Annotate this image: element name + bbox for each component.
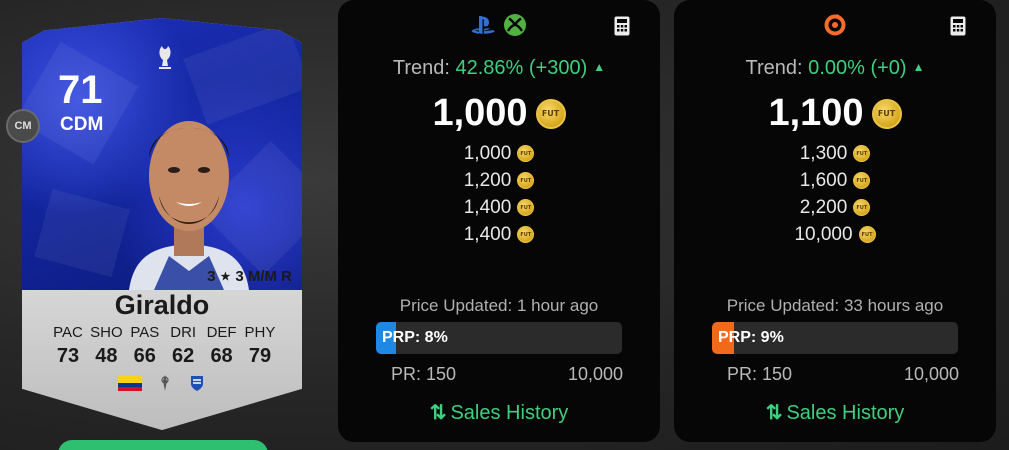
stat-label-pas: PAS (130, 324, 160, 341)
coin-icon (517, 172, 535, 189)
prp-progress-bar: PRP: 9% (712, 322, 958, 354)
price-value: 1,400 (463, 223, 512, 245)
list-item: 1,400 (338, 194, 660, 221)
xbox-icon (504, 14, 526, 36)
player-card-body: 71 CDM 3 ★ 3 M/M R Giraldo PAC SHO PAS D… (22, 18, 302, 430)
player-card[interactable]: 71 CDM 3 ★ 3 M/M R Giraldo PAC SHO PAS D… (22, 18, 302, 430)
lowest-bin-price: 1,000 (338, 92, 660, 135)
sales-history-label: Sales History (786, 402, 905, 424)
coin-icon (517, 145, 535, 162)
colombia-flag-icon (118, 375, 142, 391)
skill-moves-value: 3 (207, 268, 216, 285)
price-range-max: 10,000 (903, 364, 959, 384)
pc-price-panel: Trend: 0.00% (+0) ▲ 1,100 1,300 1,600 2,2… (674, 0, 996, 442)
coin-icon (853, 199, 871, 216)
stat-value-sho: 48 (95, 345, 118, 367)
coin-icon (853, 172, 871, 189)
player-portrait (129, 121, 249, 290)
playstation-icon (471, 15, 495, 35)
trend-label: Trend: (392, 57, 450, 79)
world-cup-logo-icon (159, 46, 171, 69)
player-name: Giraldo (114, 290, 210, 320)
list-item: 1,000 (338, 140, 660, 167)
list-item: 1,200 (338, 167, 660, 194)
price-value: 1,600 (799, 169, 848, 191)
price-range-max: 10,000 (567, 364, 623, 384)
prp-progress-bar: PRP: 8% (376, 322, 622, 354)
list-item: 1,400 (338, 221, 660, 248)
coin-icon (517, 226, 535, 243)
trend-up-icon: ▲ (912, 60, 925, 74)
price-value: 1,400 (463, 196, 512, 218)
trend-up-icon: ▲ (593, 60, 606, 74)
list-item: 2,200 (674, 194, 996, 221)
weakfoot-workrate-foot: 3 M/M R (235, 268, 292, 285)
stat-values: 73 48 66 62 68 79 (50, 345, 278, 368)
price-value: 10,000 (794, 223, 853, 245)
stat-value-dri: 62 (172, 345, 195, 367)
stat-value-def: 68 (210, 345, 233, 367)
price-range: PR: 150 10,000 (391, 364, 623, 385)
sort-arrows-icon: ⇅ (429, 402, 447, 424)
stat-value-pac: 73 (56, 345, 80, 367)
price-value: 1,200 (463, 169, 512, 191)
player-position: CDM (60, 114, 104, 135)
coin-icon (853, 145, 871, 162)
price-updated-text: Price Updated: 33 hours ago (726, 296, 944, 315)
action-button[interactable] (58, 440, 268, 450)
trend-value: 42.86% (+300) (455, 57, 588, 79)
stat-label-def: DEF (206, 324, 237, 341)
price-range-min: PR: 150 (391, 364, 457, 384)
stat-label-pac: PAC (53, 324, 83, 341)
league-logo-icon (161, 375, 169, 391)
coin-icon (517, 199, 535, 216)
lowest-bin-price: 1,100 (674, 92, 996, 135)
list-item: 10,000 (674, 221, 996, 248)
prp-label: PRP: 8% (382, 329, 448, 346)
player-rating: 71 (58, 68, 103, 112)
calculator-icon[interactable] (950, 16, 966, 36)
origin-icon (824, 14, 846, 36)
alt-position-badge[interactable]: CM (6, 109, 40, 143)
stat-label-phy: PHY (244, 324, 276, 341)
sort-arrows-icon: ⇅ (765, 402, 783, 424)
stat-label-dri: DRI (170, 324, 197, 341)
star-icon: ★ (220, 271, 231, 283)
coin-icon (858, 226, 876, 243)
platform-icons (674, 12, 996, 38)
stat-value-pas: 66 (133, 345, 156, 367)
player-badges (22, 374, 302, 392)
coin-icon (535, 98, 566, 129)
list-item: 1,300 (674, 140, 996, 167)
club-crest-icon (191, 376, 203, 391)
stat-label-sho: SHO (90, 324, 123, 341)
console-price-panel: Trend: 42.86% (+300) ▲ 1,000 1,000 1,200 … (338, 0, 660, 442)
trend-value: 0.00% (+0) (808, 57, 907, 79)
price-trend: Trend: 0.00% (+0) ▲ (674, 57, 996, 80)
skill-moves-workrate: 3 ★ 3 M/M R (207, 268, 292, 285)
price-range: PR: 150 10,000 (727, 364, 959, 385)
price-list: 1,000 1,200 1,400 1,400 (338, 140, 660, 248)
main-price-value: 1,100 (768, 92, 864, 134)
list-item: 1,600 (674, 167, 996, 194)
price-trend: Trend: 42.86% (+300) ▲ (338, 57, 660, 80)
calculator-icon[interactable] (614, 16, 630, 36)
stat-value-phy: 79 (248, 345, 272, 367)
price-list: 1,300 1,600 2,200 10,000 (674, 140, 996, 248)
coin-icon (871, 98, 902, 129)
trend-label: Trend: (745, 57, 803, 79)
sales-history-link[interactable]: ⇅ Sales History (674, 400, 996, 425)
price-updated-text: Price Updated: 1 hour ago (399, 296, 599, 315)
price-value: 1,300 (799, 142, 848, 164)
price-value: 1,000 (463, 142, 512, 164)
price-value: 2,200 (799, 196, 848, 218)
platform-icons (338, 12, 660, 38)
sales-history-link[interactable]: ⇅ Sales History (338, 400, 660, 425)
price-range-min: PR: 150 (727, 364, 793, 384)
sales-history-label: Sales History (450, 402, 569, 424)
stat-labels: PAC SHO PAS DRI DEF PHY (50, 324, 278, 341)
prp-label: PRP: 9% (718, 329, 784, 346)
main-price-value: 1,000 (432, 92, 528, 134)
